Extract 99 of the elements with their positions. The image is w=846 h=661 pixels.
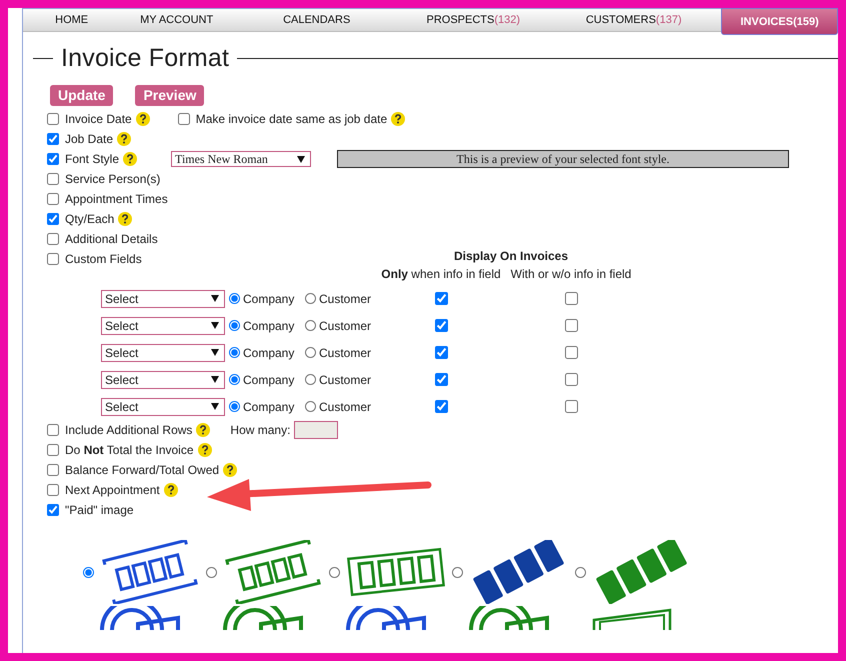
display-checkbox[interactable] bbox=[435, 319, 448, 332]
help-icon[interactable] bbox=[164, 483, 178, 497]
page-title: Invoice Format bbox=[61, 44, 230, 73]
option-label: Job Date bbox=[65, 132, 114, 146]
radio-button[interactable] bbox=[329, 566, 340, 578]
option-checkbox[interactable] bbox=[47, 233, 59, 245]
option-checkbox[interactable] bbox=[47, 424, 59, 436]
radio-button[interactable] bbox=[229, 293, 240, 304]
option-label: Qty/Each bbox=[65, 212, 114, 226]
option-checkbox[interactable] bbox=[47, 464, 59, 476]
nav-tab[interactable]: PROSPECTS(132) bbox=[400, 9, 546, 31]
radio-button[interactable] bbox=[305, 347, 316, 358]
font-preview: This is a preview of your selected font style. bbox=[337, 150, 790, 168]
display-checkbox[interactable] bbox=[565, 400, 578, 413]
option-label: "Paid" image bbox=[65, 503, 134, 517]
option-checkbox[interactable] bbox=[47, 153, 59, 165]
radio-button[interactable] bbox=[305, 374, 316, 385]
display-checkbox[interactable] bbox=[435, 373, 448, 386]
option-label: Balance Forward/Total Owed bbox=[65, 463, 220, 477]
option-checkbox[interactable] bbox=[47, 173, 59, 185]
action-button[interactable]: Update bbox=[50, 85, 114, 106]
radio-button[interactable] bbox=[305, 320, 316, 331]
option-label: Include Additional Rows bbox=[65, 423, 192, 437]
input-field[interactable] bbox=[294, 421, 338, 439]
display-checkbox[interactable] bbox=[435, 400, 448, 413]
radio-button[interactable] bbox=[305, 401, 316, 412]
option-label: Next Appointment bbox=[65, 483, 160, 497]
nav-tab[interactable]: CALENDARS bbox=[233, 9, 400, 31]
display-checkbox[interactable] bbox=[565, 373, 578, 386]
nav-tab[interactable]: MY ACCOUNT bbox=[120, 9, 234, 31]
radio-label: Customer bbox=[319, 372, 372, 386]
option-label: Font Style bbox=[65, 152, 120, 166]
help-icon[interactable] bbox=[136, 112, 150, 126]
nav-tab[interactable]: INVOICES(159) bbox=[721, 8, 838, 35]
option-checkbox[interactable] bbox=[47, 504, 59, 516]
field-select[interactable]: Select bbox=[101, 316, 225, 334]
option-checkbox[interactable] bbox=[47, 484, 59, 496]
radio-button[interactable] bbox=[229, 347, 240, 358]
radio-label: Company bbox=[243, 292, 294, 306]
nav-tab[interactable]: HOME bbox=[23, 9, 120, 31]
nav-tab[interactable]: CUSTOMERS(137) bbox=[546, 9, 722, 31]
caret-icon bbox=[211, 295, 219, 302]
caret-icon bbox=[297, 156, 306, 162]
option-checkbox[interactable] bbox=[178, 113, 190, 125]
option-checkbox[interactable] bbox=[47, 113, 59, 125]
option-label: Custom Fields bbox=[65, 252, 142, 266]
radio-button[interactable] bbox=[305, 293, 316, 304]
caret-icon bbox=[211, 376, 219, 383]
radio-label: Customer bbox=[319, 318, 372, 332]
radio-label: Company bbox=[243, 372, 294, 386]
column-heading: With or w/o info in field bbox=[510, 267, 632, 283]
help-icon[interactable] bbox=[123, 152, 138, 166]
option-checkbox[interactable] bbox=[47, 193, 59, 205]
caret-icon bbox=[211, 322, 219, 329]
field-label: How many: bbox=[230, 423, 290, 437]
font-select[interactable]: Times New Roman bbox=[171, 151, 312, 167]
radio-label: Customer bbox=[319, 346, 372, 360]
option-label: Make invoice date same as job date bbox=[196, 112, 388, 126]
option-label: Invoice Date bbox=[65, 112, 132, 126]
help-icon[interactable] bbox=[391, 112, 406, 126]
help-icon[interactable] bbox=[223, 463, 238, 477]
display-checkbox[interactable] bbox=[565, 292, 578, 305]
radio-label: Company bbox=[243, 400, 294, 414]
column-heading: Display On Invoices bbox=[452, 249, 570, 265]
option-checkbox[interactable] bbox=[47, 444, 59, 456]
display-checkbox[interactable] bbox=[435, 292, 448, 305]
option-checkbox[interactable] bbox=[47, 213, 59, 225]
option-checkbox[interactable] bbox=[47, 133, 59, 145]
field-select[interactable]: Select bbox=[101, 290, 225, 308]
radio-button[interactable] bbox=[229, 320, 240, 331]
option-label: Additional Details bbox=[65, 232, 158, 246]
help-icon[interactable] bbox=[118, 212, 132, 226]
radio-label: Customer bbox=[319, 400, 372, 414]
caret-icon bbox=[211, 349, 219, 356]
display-checkbox[interactable] bbox=[435, 346, 448, 359]
radio-button[interactable] bbox=[83, 566, 94, 578]
radio-label: Company bbox=[243, 318, 294, 332]
radio-button[interactable] bbox=[229, 401, 240, 412]
field-select[interactable]: Select bbox=[101, 398, 225, 416]
option-label: Service Person(s) bbox=[65, 172, 160, 186]
radio-button[interactable] bbox=[206, 566, 217, 578]
help-icon[interactable] bbox=[198, 443, 212, 457]
field-select[interactable]: Select bbox=[101, 344, 225, 362]
field-select[interactable]: Select bbox=[101, 370, 225, 388]
column-heading: Only when info in field bbox=[381, 267, 501, 283]
option-checkbox[interactable] bbox=[47, 253, 59, 265]
action-button[interactable]: Preview bbox=[135, 85, 204, 106]
radio-button[interactable] bbox=[575, 566, 586, 578]
radio-label: Customer bbox=[319, 292, 372, 306]
display-checkbox[interactable] bbox=[565, 319, 578, 332]
radio-button[interactable] bbox=[229, 374, 240, 385]
option-label: Appointment Times bbox=[65, 192, 168, 206]
radio-label: Company bbox=[243, 346, 294, 360]
caret-icon bbox=[211, 403, 219, 410]
option-label: Do Not Total the Invoice bbox=[65, 443, 194, 457]
radio-button[interactable] bbox=[452, 566, 463, 578]
help-icon[interactable] bbox=[196, 423, 210, 437]
display-checkbox[interactable] bbox=[565, 346, 578, 359]
help-icon[interactable] bbox=[117, 132, 132, 146]
